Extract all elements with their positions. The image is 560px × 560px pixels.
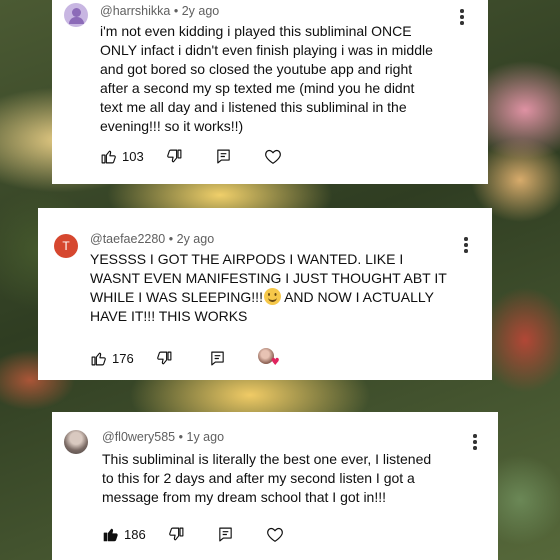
like-count: 176	[112, 350, 134, 366]
comment-line-part: AND NOW I ACTUALLY	[280, 289, 434, 305]
meta-separator: •	[178, 430, 184, 444]
comment-age[interactable]: 1y ago	[187, 430, 225, 444]
reply-button[interactable]	[209, 350, 226, 367]
comment-author[interactable]: @harrshikka	[100, 4, 170, 18]
reply-icon	[216, 149, 230, 164]
like-count: 186	[124, 527, 146, 542]
avatar[interactable]	[64, 430, 88, 454]
comment-line: YESSSS I GOT THE AIRPODS I WANTED. LIKE …	[90, 251, 404, 267]
meta-separator: •	[168, 232, 174, 246]
reply-button[interactable]	[215, 148, 232, 165]
avatar[interactable]: T	[54, 234, 78, 258]
comment-actions: 176 ♥	[90, 348, 280, 368]
comment-author[interactable]: @fl0wery585	[102, 430, 175, 444]
thumbs-up-icon	[101, 150, 116, 164]
avatar[interactable]	[64, 3, 88, 27]
reply-button[interactable]	[217, 526, 234, 543]
comment-actions: 103	[100, 148, 282, 165]
comment-author[interactable]: @taefae2280	[90, 232, 165, 246]
thumbs-down-icon	[166, 149, 182, 163]
comment-meta: @taefae2280 • 2y ago	[90, 232, 214, 246]
smiling-face-emoji	[263, 288, 281, 305]
comment-line: WHILE I WAS SLEEPING!!! AND NOW I ACTUAL…	[90, 288, 490, 307]
comment-line: HAVE IT!!! THIS WORKS	[90, 308, 248, 324]
more-options-icon[interactable]	[473, 434, 477, 450]
meta-separator: •	[173, 4, 179, 18]
creator-heart-badge[interactable]: ♥	[257, 348, 280, 368]
comment-age[interactable]: 2y ago	[177, 232, 215, 246]
comment-line: WASNT EVEN MANIFESTING I JUST THOUGHT AB…	[90, 270, 447, 286]
dislike-button[interactable]	[156, 350, 173, 367]
comment-meta: @harrshikka • 2y ago	[100, 4, 219, 18]
comment-card: T @taefae2280 • 2y ago YESSSS I GOT THE …	[38, 208, 492, 380]
comment-text: This subliminal is literally the best on…	[102, 451, 432, 505]
like-button[interactable]: 176	[90, 350, 134, 367]
comment-card: @fl0wery585 • 1y ago This subliminal is …	[52, 412, 498, 560]
heart-button[interactable]	[264, 148, 282, 165]
avatar-letter: T	[62, 239, 70, 253]
heart-button[interactable]	[266, 526, 284, 543]
dislike-button[interactable]	[166, 148, 183, 165]
heart-icon	[264, 149, 281, 164]
thumbs-up-icon	[91, 352, 106, 365]
comment-text: i'm not even kidding i played this subli…	[100, 23, 433, 134]
comment-meta: @fl0wery585 • 1y ago	[102, 430, 224, 444]
comment-card: @harrshikka • 2y ago i'm not even kiddin…	[52, 0, 488, 184]
reply-icon	[218, 527, 232, 542]
like-button[interactable]: 186	[102, 526, 146, 543]
like-button[interactable]: 103	[100, 148, 144, 165]
like-count: 103	[122, 149, 144, 164]
comment-line-part: WHILE I WAS SLEEPING!!!	[90, 289, 263, 305]
dislike-button[interactable]	[168, 526, 185, 543]
creator-heart-icon: ♥	[257, 348, 280, 368]
thumbs-up-filled-icon	[103, 528, 118, 542]
thumbs-down-icon	[168, 527, 184, 541]
reply-icon	[210, 351, 224, 365]
thumbs-down-icon	[156, 351, 172, 364]
heart-icon	[266, 527, 283, 542]
comment-text: YESSSS I GOT THE AIRPODS I WANTED. LIKE …	[90, 250, 490, 326]
comment-actions: 186	[102, 526, 284, 543]
comment-age[interactable]: 2y ago	[182, 4, 220, 18]
